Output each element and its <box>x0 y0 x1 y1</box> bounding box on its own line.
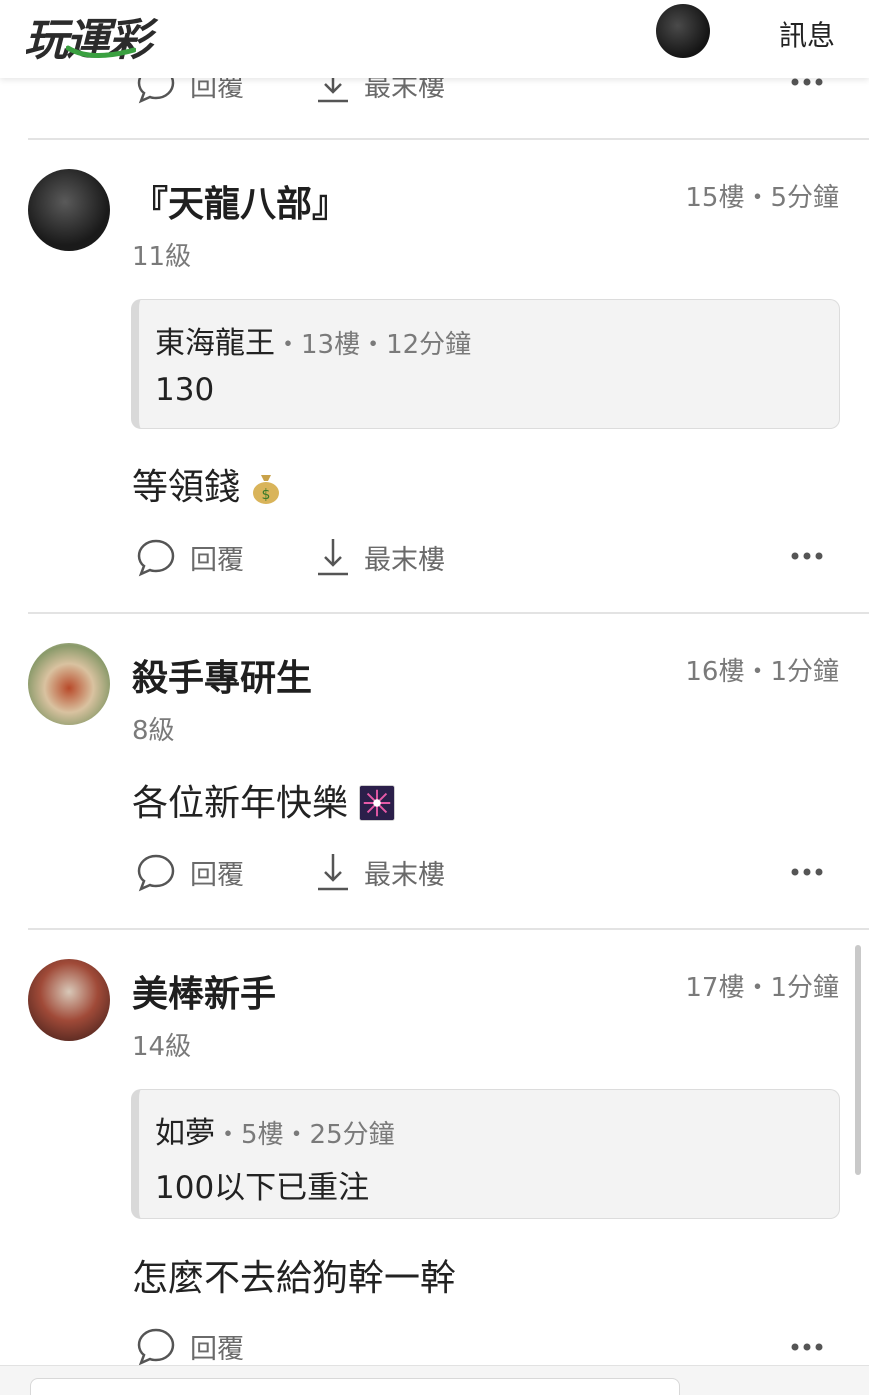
quote-body: 130 <box>155 372 215 408</box>
post-floor-time: 16樓・1分鐘 <box>685 657 839 687</box>
post-divider <box>28 928 869 930</box>
post-floor-time: 17樓・1分鐘 <box>685 973 839 1003</box>
post-divider <box>28 138 869 140</box>
quote-author: 如夢 <box>155 1116 215 1151</box>
fireworks-icon <box>359 785 396 821</box>
post-content: 各位新年快樂 <box>132 774 396 826</box>
post-divider <box>28 612 869 614</box>
user-avatar[interactable] <box>656 4 710 58</box>
post-avatar[interactable] <box>28 959 110 1041</box>
reply-label: 回覆 <box>190 1333 244 1365</box>
reply-button[interactable]: 回覆 <box>136 852 244 892</box>
quote-author: 東海龍王 <box>155 326 275 361</box>
quoted-reply[interactable]: 東海龍王・13樓・12分鐘 130 <box>131 299 840 429</box>
logo-swoosh-icon <box>66 45 136 59</box>
messages-link[interactable]: 訊息 <box>779 14 835 54</box>
reply-button[interactable]: 回覆 <box>136 537 244 577</box>
reply-button[interactable]: 回覆 <box>136 1326 244 1366</box>
last-floor-button[interactable]: 最末樓 <box>316 537 445 577</box>
quote-header: 東海龍王・13樓・12分鐘 <box>155 318 471 362</box>
post-content: 等領錢 $ <box>132 458 281 510</box>
reply-label: 回覆 <box>190 544 244 576</box>
post-level: 14級 <box>132 1032 192 1062</box>
post-content-text: 怎麼不去給狗幹一幹 <box>132 1258 457 1299</box>
reply-label: 回覆 <box>190 859 244 891</box>
post-content-text: 各位新年快樂 <box>132 783 349 824</box>
post-avatar[interactable] <box>28 169 110 251</box>
download-arrow-icon <box>318 539 348 576</box>
scrollbar[interactable] <box>855 945 861 1175</box>
quote-header: 如夢・5樓・25分鐘 <box>155 1108 395 1152</box>
post-level: 8級 <box>132 716 175 746</box>
post-avatar[interactable] <box>28 643 110 725</box>
post-username[interactable]: 殺手專研生 <box>132 649 312 701</box>
svg-text:$: $ <box>262 487 271 503</box>
comment-bubble-icon <box>137 854 175 892</box>
reply-input[interactable] <box>30 1378 680 1395</box>
top-header: 玩運彩 訊息 <box>0 0 869 78</box>
quote-body: 100以下已重注 <box>155 1170 370 1206</box>
download-arrow-icon <box>318 854 348 891</box>
last-floor-button[interactable]: 最末樓 <box>316 852 445 892</box>
post-username[interactable]: 『天龍八部』 <box>132 175 348 227</box>
last-floor-label: 最末樓 <box>364 859 445 891</box>
post-level: 11級 <box>132 242 192 272</box>
post-content-text: 等領錢 <box>132 467 241 508</box>
more-options-icon[interactable] <box>790 862 824 882</box>
comment-bubble-icon <box>137 1328 175 1366</box>
quote-meta: ・13樓・12分鐘 <box>275 330 472 360</box>
more-options-icon[interactable] <box>790 546 824 566</box>
more-options-icon[interactable] <box>790 1337 824 1357</box>
quote-meta: ・5樓・25分鐘 <box>215 1120 395 1150</box>
post-username[interactable]: 美棒新手 <box>132 965 276 1017</box>
money-bag-icon: $ <box>253 475 280 504</box>
post-floor-time: 15樓・5分鐘 <box>685 183 839 213</box>
last-floor-label: 最末樓 <box>364 544 445 576</box>
comment-bubble-icon <box>137 539 175 577</box>
post-content: 怎麼不去給狗幹一幹 <box>132 1249 456 1301</box>
bottom-reply-bar <box>0 1365 869 1395</box>
quoted-reply[interactable]: 如夢・5樓・25分鐘 100以下已重注 <box>131 1089 840 1219</box>
